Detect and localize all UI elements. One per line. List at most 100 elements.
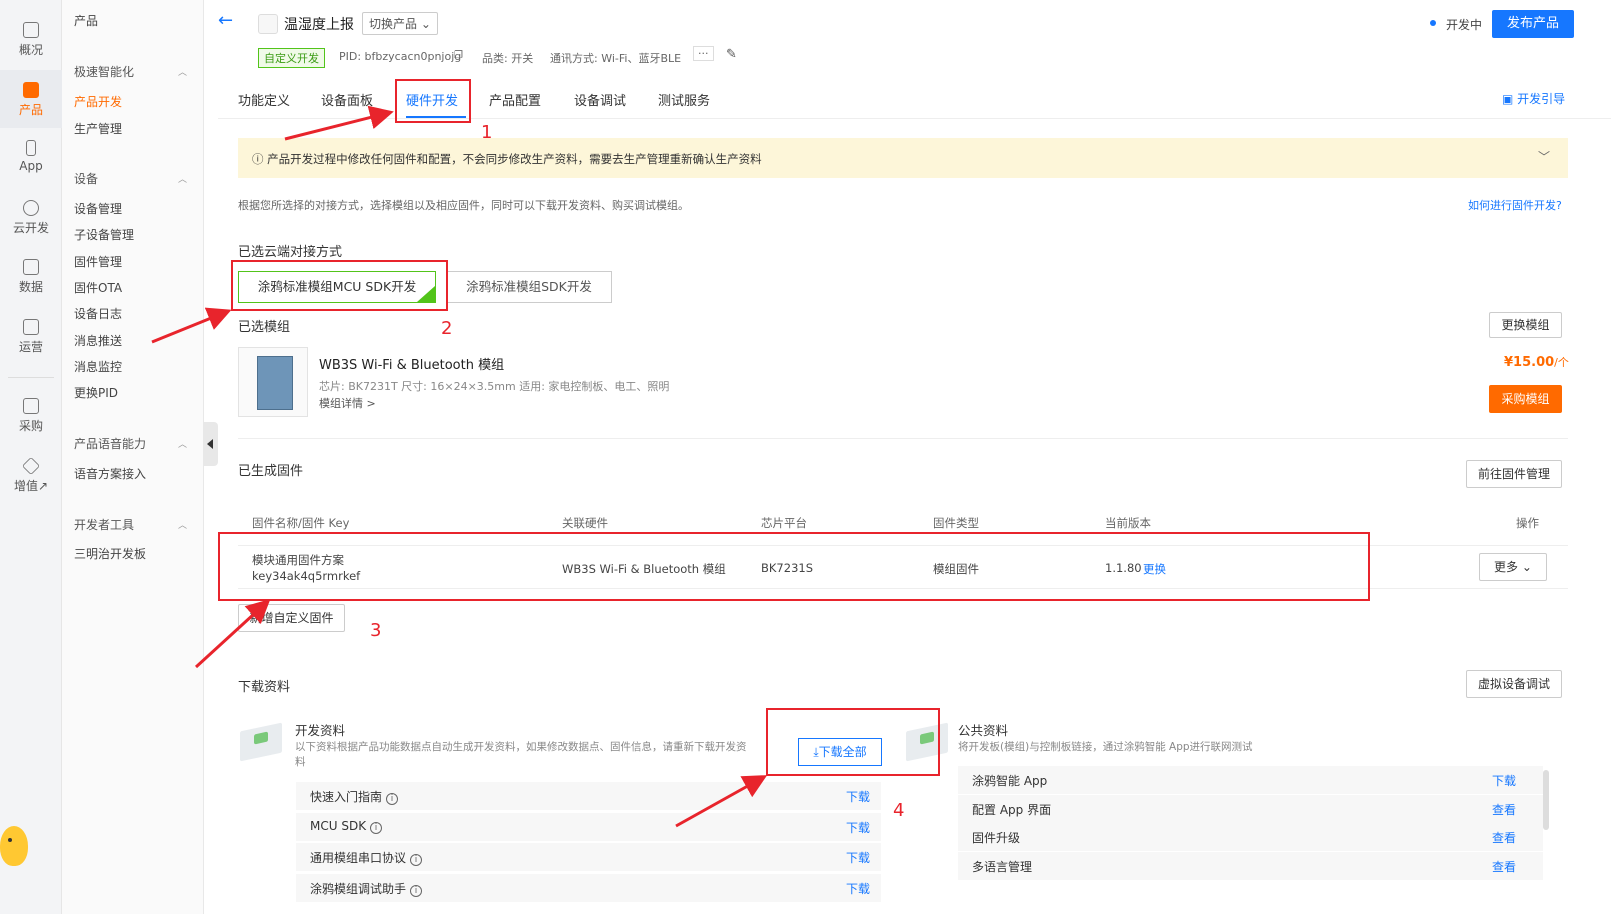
more-dropdown-button[interactable]: 更多 ⌄ bbox=[1479, 553, 1547, 581]
more-info-button[interactable]: ··· bbox=[693, 46, 714, 61]
chevron-up-icon[interactable]: ︿ bbox=[178, 172, 187, 185]
chevron-down-icon[interactable]: ﹀ bbox=[1538, 148, 1550, 165]
info-icon: ⓘ bbox=[252, 152, 268, 166]
info-icon[interactable]: i bbox=[410, 885, 423, 897]
menu-item-subdevice[interactable]: 子设备管理 bbox=[74, 226, 134, 243]
menu-item-log[interactable]: 设备日志 bbox=[74, 305, 122, 322]
publish-button[interactable]: 发布产品 bbox=[1492, 10, 1574, 38]
info-icon[interactable]: i bbox=[410, 854, 423, 866]
downloads-section-title: 下载资料 bbox=[238, 680, 291, 695]
mascot-icon[interactable] bbox=[0, 826, 28, 866]
download-link[interactable]: 下载 bbox=[846, 880, 870, 897]
dev-guide-link[interactable]: ▣ 开发引导 bbox=[1502, 90, 1565, 107]
notice-text: ⓘ 产品开发过程中修改任何固件和配置，不会同步修改生产资料，需要去生产管理重新确… bbox=[252, 152, 762, 166]
category-text: 品类: 开关 bbox=[482, 52, 534, 65]
view-link[interactable]: 查看 bbox=[1492, 858, 1516, 875]
public-materials-title: 公共资料 bbox=[958, 723, 1009, 738]
view-link[interactable]: 查看 bbox=[1492, 801, 1516, 818]
download-link[interactable]: 下载 bbox=[1492, 772, 1516, 789]
rail-value-added[interactable]: 增值↗ bbox=[0, 456, 62, 498]
annotation-number-4: 4 bbox=[893, 800, 905, 821]
tab-product-config[interactable]: 产品配置 bbox=[489, 90, 541, 109]
rail-overview[interactable]: 概况 bbox=[0, 22, 62, 62]
info-icon[interactable]: i bbox=[370, 822, 383, 834]
chevron-up-icon[interactable]: ︿ bbox=[178, 518, 187, 531]
dev-status: 开发中 bbox=[1446, 18, 1483, 32]
tab-function-def[interactable]: 功能定义 bbox=[238, 90, 290, 109]
firmware-section-title: 已生成固件 bbox=[238, 464, 304, 479]
menu-group-quick[interactable]: 极速智能化 bbox=[74, 63, 134, 80]
menu-group-voice[interactable]: 产品语音能力 bbox=[74, 435, 146, 452]
rail-divider bbox=[8, 377, 54, 378]
annotation-box-1 bbox=[395, 79, 471, 123]
section-divider bbox=[238, 438, 1568, 439]
annotation-number-3: 3 bbox=[370, 620, 382, 641]
menu-item-ota[interactable]: 固件OTA bbox=[74, 279, 122, 296]
product-name: 温湿度上报 bbox=[284, 17, 354, 33]
module-price: ¥15.00/个 bbox=[1504, 355, 1569, 370]
menu-item-product-dev[interactable]: 产品开发 bbox=[74, 93, 122, 110]
rail-product[interactable]: 产品 bbox=[0, 70, 62, 128]
edit-icon[interactable]: ✎ bbox=[726, 47, 737, 62]
access-option-module-sdk[interactable]: 涂鸦标准模组SDK开发 bbox=[446, 271, 612, 303]
guide-icon: ▣ bbox=[1502, 92, 1518, 106]
download-link[interactable]: 下载 bbox=[846, 788, 870, 805]
change-module-button[interactable]: 更换模组 bbox=[1489, 312, 1562, 338]
view-link[interactable]: 查看 bbox=[1492, 829, 1516, 846]
menu-group-devtools[interactable]: 开发者工具 bbox=[74, 516, 134, 533]
rail-cloud[interactable]: 云开发 bbox=[0, 200, 62, 240]
rail-operate[interactable]: 运营 bbox=[0, 319, 62, 359]
module-section-title: 已选模组 bbox=[238, 320, 291, 335]
how-to-firmware-link[interactable]: 如何进行固件开发? bbox=[1468, 197, 1562, 213]
list-item-label: 涂鸦智能 App bbox=[972, 774, 1048, 788]
col-type: 固件类型 bbox=[933, 516, 979, 530]
buy-module-button[interactable]: 采购模组 bbox=[1489, 385, 1562, 413]
rail-purchase[interactable]: 采购 bbox=[0, 398, 62, 438]
add-custom-firmware-button[interactable]: 新增自定义固件 bbox=[238, 604, 345, 632]
chevron-up-icon[interactable]: ︿ bbox=[178, 65, 187, 78]
download-link[interactable]: 下载 bbox=[846, 849, 870, 866]
annotation-box-2 bbox=[231, 260, 448, 311]
copy-icon[interactable]: ❐ bbox=[454, 50, 463, 61]
menu-item-push[interactable]: 消息推送 bbox=[74, 332, 122, 349]
menu-item-voice[interactable]: 语音方案接入 bbox=[74, 465, 146, 482]
back-arrow-icon[interactable]: ← bbox=[218, 10, 233, 31]
menu-item-monitor[interactable]: 消息监控 bbox=[74, 358, 122, 375]
menu-item-sandwich[interactable]: 三明治开发板 bbox=[74, 545, 146, 562]
download-link[interactable]: 下载 bbox=[846, 819, 870, 836]
menu-item-production[interactable]: 生产管理 bbox=[74, 120, 122, 137]
icon-rail: 概况 产品 App 云开发 数据 运营 采购 增值↗ bbox=[0, 0, 62, 914]
menu-item-device-mgmt[interactable]: 设备管理 bbox=[74, 200, 122, 217]
dev-materials-icon bbox=[240, 722, 282, 762]
annotation-number-1: 1 bbox=[481, 122, 493, 143]
list-item: 涂鸦智能 App 下载 bbox=[958, 766, 1543, 794]
list-item: 固件升级 查看 bbox=[958, 823, 1543, 851]
list-item: 多语言管理 查看 bbox=[958, 852, 1543, 880]
annotation-box-4 bbox=[766, 708, 940, 776]
module-name: WB3S Wi-Fi & Bluetooth 模组 bbox=[319, 358, 505, 373]
scrollbar[interactable] bbox=[1543, 770, 1549, 830]
switch-product-button[interactable]: 切换产品 ⌄ bbox=[362, 12, 438, 35]
chevron-up-icon[interactable]: ︿ bbox=[178, 437, 187, 450]
menu-item-pid[interactable]: 更换PID bbox=[74, 384, 118, 401]
tab-test-service[interactable]: 测试服务 bbox=[658, 90, 710, 109]
col-hardware: 关联硬件 bbox=[562, 516, 608, 530]
menu-title: 产品 bbox=[74, 14, 99, 28]
module-image bbox=[238, 347, 308, 417]
menu-item-firmware[interactable]: 固件管理 bbox=[74, 253, 122, 270]
info-icon[interactable]: i bbox=[386, 793, 399, 805]
rail-app[interactable]: App bbox=[0, 140, 62, 180]
menu-group-device[interactable]: 设备 bbox=[74, 170, 98, 187]
module-detail-link[interactable]: 模组详情 > bbox=[319, 395, 376, 411]
goto-firmware-mgmt-button[interactable]: 前往固件管理 bbox=[1466, 460, 1562, 488]
tab-device-panel[interactable]: 设备面板 bbox=[321, 90, 373, 109]
collapse-menu-button[interactable] bbox=[204, 422, 218, 466]
rail-data[interactable]: 数据 bbox=[0, 259, 62, 299]
tab-device-debug[interactable]: 设备调试 bbox=[574, 90, 626, 109]
terminal-icon bbox=[23, 82, 39, 98]
side-menu: 产品 极速智能化 ︿ 产品开发 生产管理 设备 ︿ 设备管理 子设备管理 固件管理 … bbox=[62, 0, 204, 914]
list-item: MCU SDK i 下载 bbox=[296, 813, 881, 841]
shop-icon bbox=[23, 398, 39, 414]
col-chip: 芯片平台 bbox=[761, 516, 807, 530]
virtual-device-debug-button[interactable]: 虚拟设备调试 bbox=[1466, 670, 1562, 698]
